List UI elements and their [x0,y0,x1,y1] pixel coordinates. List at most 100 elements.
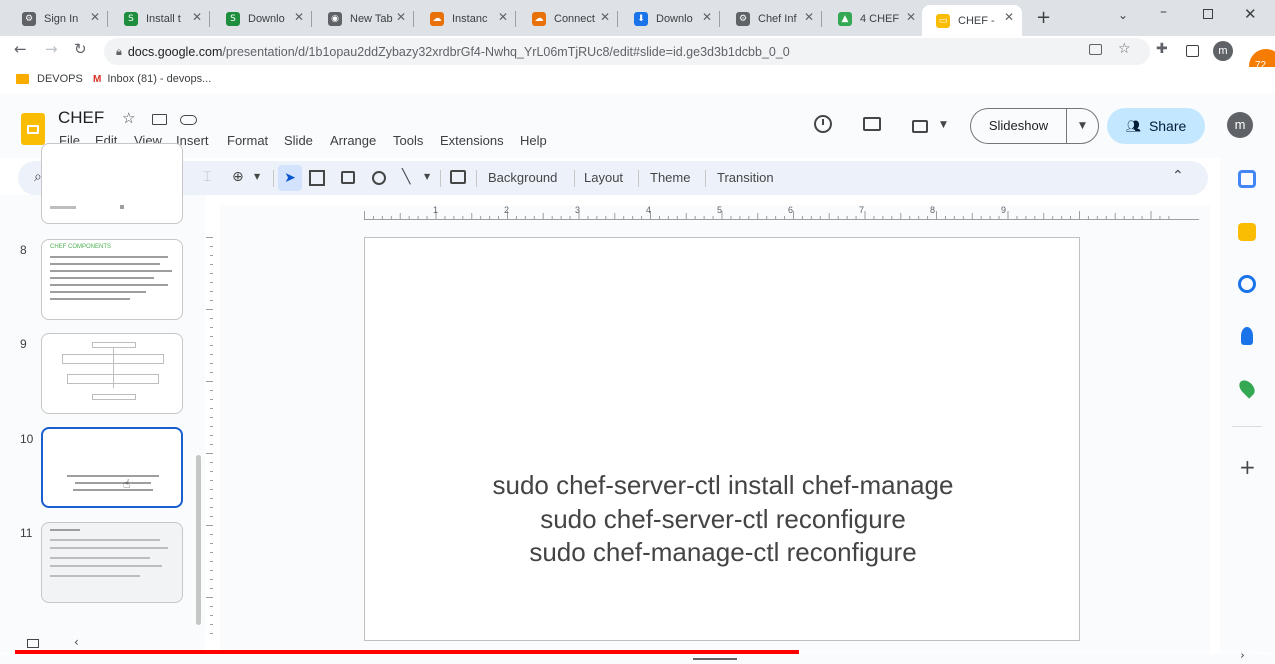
add-comment-icon[interactable] [450,170,466,184]
collapse-toolbar-icon[interactable]: ⌃ [1172,168,1184,184]
ruler-label: 8 [930,205,936,215]
tab-close-icon[interactable]: ✕ [396,10,406,24]
layout-button[interactable]: Layout [584,170,623,185]
theme-button[interactable]: Theme [650,170,690,185]
profile-avatar[interactable]: m [1213,41,1233,61]
new-tab-button[interactable]: + [1036,7,1051,28]
slide-canvas[interactable]: sudo chef-server-ctl install chef-manage… [364,237,1080,641]
paint-format-icon[interactable]: ⌶ [203,169,211,185]
move-folder-icon[interactable] [152,114,167,125]
video-progress-bar[interactable] [15,650,1260,654]
contacts-icon[interactable] [1241,327,1253,345]
tab-close-icon[interactable]: ✕ [906,10,916,24]
slides-logo-icon[interactable] [21,113,45,145]
browser-tab[interactable]: ▲ 4 CHEF ✕ [824,5,924,32]
forward-icon[interactable]: → [45,40,58,58]
editing-toolbar: ⌕ + ▼ ↶ ↷ ⎙ ⌶ ⊕ ▼ ➤ ╲ ▼ Background Layou… [18,161,1208,195]
tab-label: CHEF - [958,14,995,27]
menu-arrange[interactable]: Arrange [330,133,376,148]
maps-icon[interactable] [1236,377,1258,399]
slide-text-line-2[interactable]: sudo chef-server-ctl reconfigure [365,504,1081,535]
slideshow-button[interactable]: Slideshow [970,108,1066,144]
restore-icon[interactable] [1203,9,1213,19]
tab-search-icon[interactable]: ⌄ [1118,8,1128,22]
select-tool-icon[interactable]: ➤ [278,165,302,191]
address-bar[interactable]: 🔒︎ docs.google.com/presentation/d/1b1opa… [104,38,1150,65]
extensions-icon[interactable]: ✚ [1156,41,1168,57]
text-box-icon[interactable] [309,170,325,186]
tab-close-icon[interactable]: ✕ [192,10,202,24]
tab-close-icon[interactable]: ✕ [702,10,712,24]
side-panel-icon[interactable] [1186,45,1199,57]
reload-icon[interactable]: ↻ [74,40,87,58]
add-addon-icon[interactable]: + [1239,455,1256,479]
share-button[interactable]: 👥︎ Share [1107,108,1205,144]
slide-thumbnail-10[interactable]: ☝︎ [41,427,183,508]
document-title[interactable]: CHEF [58,108,104,128]
browser-tab[interactable]: ⚙ Sign In ✕ [8,5,108,32]
tab-close-icon[interactable]: ✕ [90,10,100,24]
menu-tools[interactable]: Tools [393,133,423,148]
tab-close-icon[interactable]: ✕ [294,10,304,24]
background-button[interactable]: Background [488,170,557,185]
slide-text-line-3[interactable]: sudo chef-manage-ctl reconfigure [365,537,1081,568]
tab-close-icon[interactable]: ✕ [600,10,610,24]
folder-icon [16,74,29,84]
transition-button[interactable]: Transition [717,170,774,185]
minimize-icon[interactable]: – [1160,4,1167,20]
tasks-icon[interactable] [1238,275,1256,293]
slideshow-dropdown-button[interactable]: ▼ [1066,108,1099,144]
grid-view-icon[interactable] [27,639,39,648]
shape-icon[interactable] [372,171,386,185]
image-icon[interactable] [341,171,355,184]
slide-thumbnail-7[interactable] [41,143,183,224]
calendar-icon[interactable] [1238,170,1256,188]
browser-tab[interactable]: ☁ Instanc ✕ [416,5,516,32]
meet-video-icon[interactable] [912,120,928,133]
collapse-filmstrip-icon[interactable]: ‹ [74,635,79,649]
line-dropdown-icon[interactable]: ▼ [424,172,430,181]
keep-icon[interactable] [1238,223,1256,241]
slide-thumbnail-9[interactable] [41,333,183,414]
tab-close-icon[interactable]: ✕ [1004,10,1014,24]
tab-favicon-icon: ⚙ [736,11,750,26]
menu-format[interactable]: Format [227,133,268,148]
tab-close-icon[interactable]: ✕ [804,10,814,24]
version-history-icon[interactable] [814,115,832,133]
account-avatar[interactable]: m [1227,112,1253,138]
slide-thumbnail-8[interactable]: CHEF COMPONENTS [41,239,183,320]
bookmark-star-icon[interactable]: ☆ [1118,41,1131,57]
back-icon[interactable]: ← [14,40,27,58]
star-icon[interactable]: ☆ [122,109,135,127]
meet-dropdown-icon[interactable]: ▼ [940,120,947,130]
slide-thumbnail-11[interactable] [41,522,183,603]
slide-number: 10 [20,432,34,446]
close-window-icon[interactable]: ✕ [1244,5,1257,23]
zoom-dropdown-icon[interactable]: ▼ [254,172,260,181]
browser-tab[interactable]: S Downlo ✕ [212,5,312,32]
tab-favicon-icon: ▭ [936,13,950,28]
tab-separator [515,11,516,27]
tab-separator [821,11,822,27]
browser-tab[interactable]: ▭ CHEF - ✕ [922,5,1022,36]
browser-tab[interactable]: ⬇ Downlo ✕ [620,5,720,32]
toolbar-separator [638,170,639,187]
browser-tab[interactable]: ◉ New Tab ✕ [314,5,414,32]
bookmark-inbox[interactable]: M Inbox (81) - devops... [93,73,211,85]
zoom-icon[interactable]: ⊕ [232,169,244,185]
line-icon[interactable]: ╲ [402,169,410,185]
slide-text-line-1[interactable]: sudo chef-server-ctl install chef-manage [365,470,1081,501]
browser-tab[interactable]: S Install t ✕ [110,5,210,32]
menu-slide[interactable]: Slide [284,133,313,148]
browser-tab[interactable]: ☁ Connect ✕ [518,5,618,32]
share-page-icon[interactable] [1089,44,1102,55]
tab-close-icon[interactable]: ✕ [498,10,508,24]
menu-extensions[interactable]: Extensions [440,133,504,148]
menu-help[interactable]: Help [520,133,547,148]
speaker-notes-handle[interactable] [693,658,737,660]
toolbar-separator [574,170,575,187]
browser-tab[interactable]: ⚙ Chef Inf ✕ [722,5,822,32]
bookmark-devops[interactable]: DEVOPS [16,73,83,85]
bottom-strip: › [0,648,1275,664]
comments-icon[interactable] [863,117,881,131]
